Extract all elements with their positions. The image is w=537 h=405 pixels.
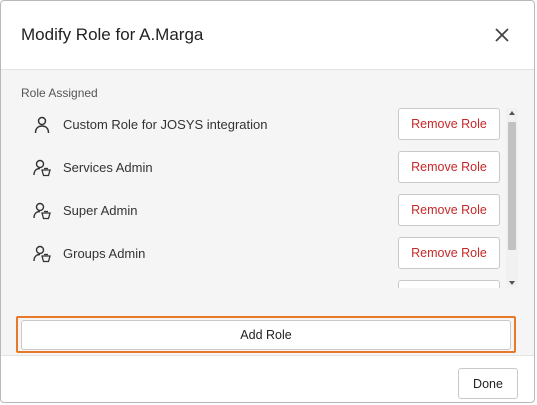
- role-item: Groups Admin Remove Role: [21, 237, 501, 271]
- user-admin-icon: [33, 245, 51, 263]
- remove-role-button[interactable]: Remove Role: [398, 108, 500, 140]
- user-admin-icon: [33, 202, 51, 220]
- close-icon[interactable]: [492, 25, 512, 45]
- scroll-down-icon[interactable]: [509, 281, 515, 285]
- modify-role-dialog: Modify Role for A.Marga Role Assigned Cu…: [0, 0, 535, 403]
- role-item: Services Admin Remove Role: [21, 151, 501, 185]
- role-name: Groups Admin: [63, 246, 146, 261]
- role-item: Super Admin Remove Role: [21, 194, 501, 228]
- user-icon: [34, 116, 50, 134]
- remove-role-button[interactable]: Remove Role: [398, 237, 500, 269]
- remove-role-button[interactable]: Remove Role: [398, 194, 500, 226]
- remove-role-button-partial[interactable]: [398, 280, 500, 288]
- role-list: Custom Role for JOSYS integration Remove…: [21, 108, 518, 288]
- dialog-header: Modify Role for A.Marga: [1, 1, 534, 70]
- done-button[interactable]: Done: [458, 368, 518, 399]
- scroll-up-icon[interactable]: [509, 111, 515, 115]
- dialog-title: Modify Role for A.Marga: [21, 25, 204, 44]
- role-list-scrollbar[interactable]: [506, 108, 518, 288]
- role-name: Services Admin: [63, 160, 153, 175]
- role-assigned-label: Role Assigned: [21, 86, 98, 100]
- role-name: Custom Role for JOSYS integration: [63, 117, 268, 132]
- role-item: Custom Role for JOSYS integration Remove…: [21, 108, 501, 142]
- role-name: Super Admin: [63, 203, 138, 218]
- remove-role-button[interactable]: Remove Role: [398, 151, 500, 183]
- scroll-thumb[interactable]: [508, 122, 516, 250]
- add-role-button[interactable]: Add Role: [21, 320, 511, 350]
- dialog-footer: Done: [1, 356, 534, 402]
- user-admin-icon: [33, 159, 51, 177]
- dialog-body: Role Assigned Custom Role for JOSYS inte…: [1, 70, 534, 356]
